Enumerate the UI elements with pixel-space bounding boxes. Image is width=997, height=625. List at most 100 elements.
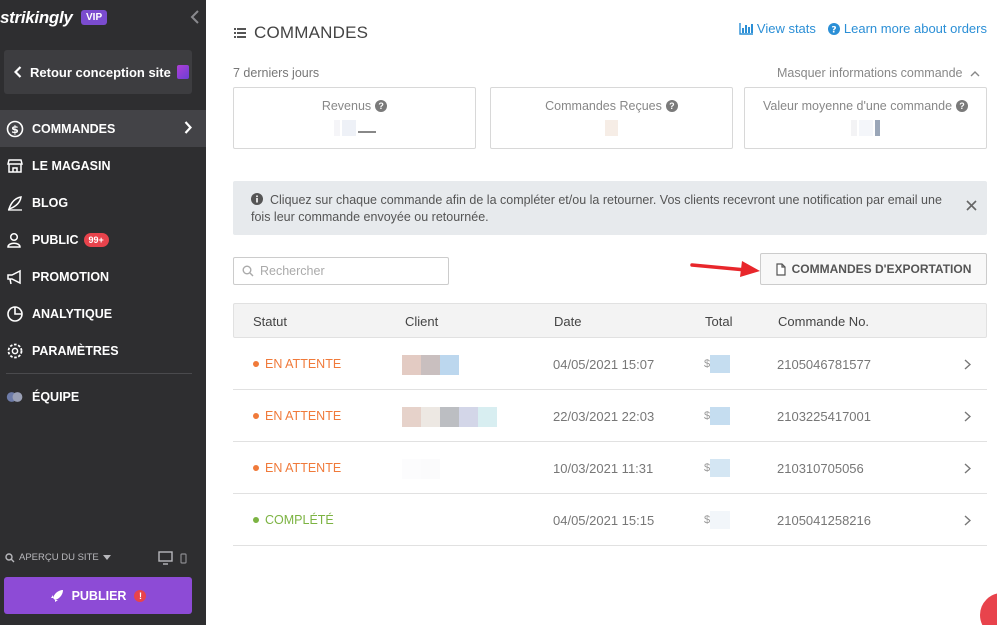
orders-received-label: Commandes Reçues (545, 99, 662, 113)
average-value-redacted (745, 119, 986, 137)
publish-label: PUBLIER (71, 588, 127, 603)
orders-table: Statut Client Date Total Commande No. EN… (233, 303, 987, 546)
strikingly-logo: strikingly (0, 8, 73, 27)
collapse-sidebar-icon[interactable] (190, 10, 202, 26)
svg-text:?: ? (831, 25, 836, 35)
help-icon[interactable]: ? (665, 100, 678, 112)
page-title: COMMANDES (234, 23, 368, 43)
learn-more-link[interactable]: ? Learn more about orders (827, 21, 987, 36)
status-completed: COMPLÉTÉ (253, 513, 334, 527)
search-input[interactable] (260, 264, 440, 278)
column-header[interactable]: Total (705, 314, 732, 329)
order-date: 10/03/2021 11:31 (553, 461, 654, 476)
gear-icon (6, 342, 24, 360)
chevron-right-icon (964, 359, 971, 370)
file-icon (776, 262, 786, 276)
period-selector[interactable]: 7 derniers jours (233, 66, 319, 80)
search-box[interactable] (233, 257, 449, 285)
store-icon (6, 157, 24, 175)
bar-chart-icon (739, 22, 753, 35)
sidebar-item-commandes[interactable]: $ COMMANDES (0, 110, 206, 147)
nav-divider (6, 373, 192, 374)
device-preview-icons[interactable] (158, 551, 188, 570)
back-to-site-design-button[interactable]: Retour conception site (4, 50, 192, 94)
caret-down-icon (102, 554, 111, 560)
notice-text: Cliquez sur chaque commande afin de la c… (251, 193, 942, 224)
table-row[interactable]: EN ATTENTE 10/03/2021 11:31 $ 2103107050… (233, 442, 987, 494)
sidebar-item-label: LE MAGASIN (32, 158, 111, 173)
vip-badge: VIP (81, 10, 108, 25)
sidebar-item-label: BLOG (32, 195, 69, 210)
total-redacted: $ (704, 459, 731, 477)
sidebar-item-parametres[interactable]: PARAMÈTRES (0, 332, 206, 369)
sidebar-item-label: PROMOTION (32, 269, 110, 284)
client-redacted (402, 355, 459, 375)
column-header[interactable]: Statut (253, 314, 287, 329)
table-row[interactable]: EN ATTENTE 04/05/2021 15:07 $ 2105046781… (233, 338, 987, 390)
sidebar-item-blog[interactable]: BLOG (0, 184, 206, 221)
chevron-right-icon (964, 463, 971, 474)
close-icon[interactable] (966, 200, 977, 211)
column-header[interactable]: Client (405, 314, 438, 329)
rocket-icon (50, 589, 63, 602)
export-orders-button[interactable]: COMMANDES D'EXPORTATION (760, 253, 987, 285)
dollar-icon: $ (6, 120, 24, 138)
chevron-right-icon (184, 121, 192, 134)
export-label: COMMANDES D'EXPORTATION (791, 262, 972, 276)
sidebar-item-label: COMMANDES (32, 121, 116, 136)
sidebar-item-label: ÉQUIPE (32, 389, 80, 404)
status-label: EN ATTENTE (265, 409, 342, 423)
chevron-right-icon (964, 515, 971, 526)
total-redacted: $ (704, 355, 731, 373)
pie-chart-icon (6, 305, 24, 323)
revenue-label: Revenus (321, 99, 372, 113)
orders-value-redacted (491, 119, 732, 137)
status-dot (253, 465, 259, 471)
help-icon[interactable]: ? (956, 100, 969, 112)
sidebar-item-label: ANALYTIQUE (32, 306, 113, 321)
status-label: COMPLÉTÉ (265, 513, 334, 527)
order-date: 04/05/2021 15:07 (553, 357, 655, 372)
status-label: EN ATTENTE (265, 357, 342, 371)
order-number: 2105046781577 (777, 357, 871, 372)
sidebar-item-promotion[interactable]: PROMOTION (0, 258, 206, 295)
sidebar-item-magasin[interactable]: LE MAGASIN (0, 147, 206, 184)
total-redacted: $ (704, 511, 731, 529)
question-circle-icon: ? (827, 22, 840, 35)
order-number: 2103225417001 (777, 409, 871, 424)
hide-order-info-toggle[interactable]: Masquer informations commande (777, 66, 980, 80)
orders-label-row: Commandes Reçues ? (491, 99, 732, 113)
revenue-card: Revenus ? (233, 87, 476, 149)
status-pending: EN ATTENTE (253, 357, 341, 371)
view-stats-link[interactable]: View stats (739, 21, 816, 36)
status-label: EN ATTENTE (265, 461, 342, 475)
column-header[interactable]: Commande No. (778, 314, 869, 329)
sidebar-nav: $ COMMANDES LE MAGASIN BLOG PUBLIC 99+ P… (0, 110, 206, 415)
table-row[interactable]: EN ATTENTE 22/03/2021 22:03 $ 2103225417… (233, 390, 987, 442)
sidebar-item-analytique[interactable]: ANALYTIQUE (0, 295, 206, 332)
status-pending: EN ATTENTE (253, 461, 341, 475)
help-icon[interactable]: ? (375, 100, 388, 112)
sidebar: strikingly VIP Retour conception site $ … (0, 0, 206, 625)
order-date: 22/03/2021 22:03 (553, 409, 655, 424)
status-dot (253, 361, 259, 367)
view-stats-label: View stats (756, 21, 816, 36)
average-label-row: Valeur moyenne d'une commande ? (745, 99, 986, 113)
desktop-icon (158, 551, 187, 565)
orders-received-card: Commandes Reçues ? (490, 87, 733, 149)
sidebar-item-equipe[interactable]: ÉQUIPE (0, 378, 206, 415)
period-label: 7 derniers jours (233, 66, 320, 80)
order-number: 2105041258216 (777, 513, 871, 528)
page-icon (176, 65, 189, 79)
sidebar-item-public[interactable]: PUBLIC 99+ (0, 221, 206, 258)
back-button-label: Retour conception site (30, 64, 171, 80)
page-title-text: COMMANDES (254, 23, 369, 42)
list-icon (234, 28, 246, 38)
table-row[interactable]: COMPLÉTÉ 04/05/2021 15:15 $ 210504125821… (233, 494, 987, 546)
hide-info-label: Masquer informations commande (777, 66, 963, 80)
site-preview-dropdown[interactable]: APERÇU DU SITE (5, 552, 111, 563)
publish-button[interactable]: PUBLIER ! (4, 577, 192, 614)
site-preview-label: APERÇU DU SITE (19, 552, 99, 563)
learn-more-label: Learn more about orders (843, 21, 987, 36)
column-header[interactable]: Date (554, 314, 581, 329)
